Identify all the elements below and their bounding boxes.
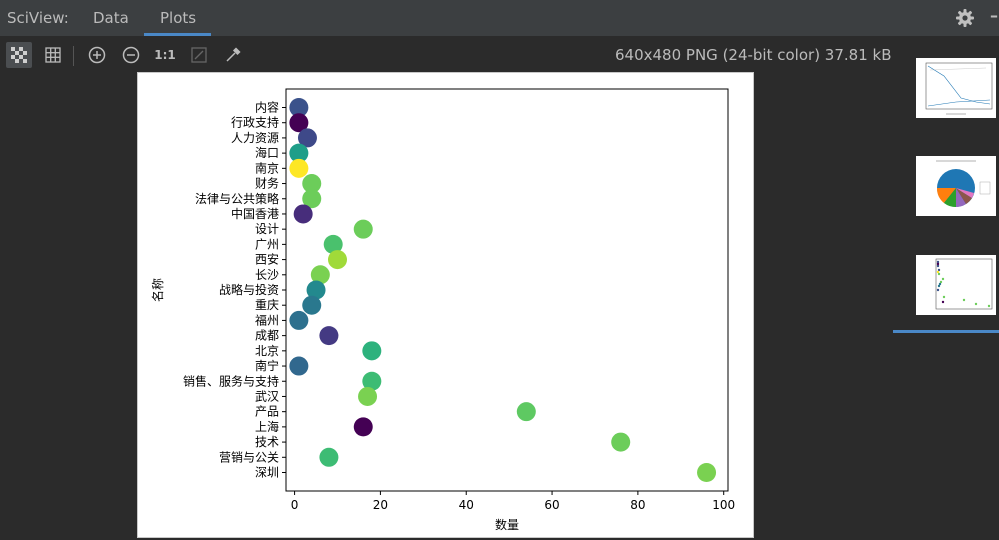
tab-data[interactable]: Data — [93, 9, 129, 27]
scatter-point — [289, 356, 309, 376]
y-tick-label: 中国香港 — [231, 206, 279, 221]
y-tick-label: 福州 — [255, 312, 279, 327]
image-toolbar: 1:1 640x480 PNG (24-bit color) 37.81 kB — [0, 38, 999, 72]
x-tick-label: 80 — [630, 498, 645, 512]
thumbnail-line-plot[interactable] — [916, 58, 996, 118]
y-tick-label: 深圳 — [255, 466, 279, 480]
y-tick-label: 重庆 — [255, 298, 279, 312]
scatter-chart: 内容行政支持人力资源海口南京财务法律与公共策略中国香港设计广州西安长沙战略与投资… — [150, 88, 735, 532]
toolbar-divider — [73, 46, 74, 66]
scatter-point — [289, 158, 309, 178]
y-tick-label: 产品 — [255, 405, 279, 419]
image-info-text: 640x480 PNG (24-bit color) 37.81 kB — [615, 46, 892, 64]
grid-icon[interactable] — [40, 42, 66, 68]
sciview-window: SciView: Data Plots – 1:1 640x480 PNG (2… — [0, 0, 999, 540]
actual-size-button[interactable]: 1:1 — [152, 42, 178, 68]
scatter-point — [319, 326, 339, 346]
y-tick-label: 营销与公关 — [219, 450, 279, 464]
plot-thumbnails — [893, 52, 999, 342]
y-tick-label: 行政支持 — [231, 115, 279, 130]
scatter-point — [302, 295, 322, 315]
y-tick-label: 人力资源 — [231, 131, 279, 145]
tab-plots[interactable]: Plots — [160, 9, 196, 27]
plot-area — [285, 88, 729, 492]
scatter-point — [362, 341, 382, 361]
y-tick-label: 上海 — [255, 419, 279, 434]
x-axis-label: 数量 — [495, 517, 519, 532]
scatter-point — [358, 386, 378, 406]
x-tick-label: 0 — [291, 498, 299, 512]
x-tick-label: 20 — [373, 498, 388, 512]
y-tick-label: 西安 — [255, 252, 279, 267]
scatter-point — [353, 417, 373, 437]
thumbnail-scatter-plot[interactable] — [916, 255, 996, 315]
title-bar: SciView: Data Plots – — [0, 0, 999, 37]
thumbnail-pie-chart[interactable] — [916, 156, 996, 216]
minimize-icon[interactable]: – — [990, 6, 998, 25]
y-tick-label: 北京 — [255, 344, 279, 358]
y-tick-label: 战略与投资 — [219, 282, 279, 297]
y-tick-label: 财务 — [255, 176, 279, 191]
color-picker-icon[interactable] — [220, 42, 246, 68]
gear-icon[interactable] — [955, 8, 975, 28]
zoom-out-icon[interactable] — [118, 42, 144, 68]
scatter-point — [516, 402, 536, 422]
scatter-point — [611, 432, 631, 452]
y-axis-label: 名称 — [150, 278, 165, 302]
checkerboard-icon[interactable] — [6, 42, 32, 68]
x-tick-label: 40 — [459, 498, 474, 512]
y-tick-label: 设计 — [255, 222, 279, 236]
scatter-point — [353, 219, 373, 239]
y-tick-label: 销售、服务与支持 — [183, 373, 279, 388]
y-tick-label: 海口 — [255, 145, 279, 160]
y-tick-label: 技术 — [255, 435, 279, 449]
window-title: SciView: — [7, 9, 69, 27]
y-tick-label: 南京 — [255, 160, 279, 175]
y-tick-label: 成都 — [255, 329, 279, 343]
y-tick-label: 内容 — [255, 100, 279, 115]
y-tick-label: 武汉 — [255, 389, 279, 403]
y-tick-label: 广州 — [255, 237, 279, 251]
fit-icon[interactable] — [186, 42, 212, 68]
y-tick-label: 长沙 — [255, 268, 279, 282]
plot-image: 内容 行政支持 人力资源 海口 南京 财务 法律与公共策略 中国香港 设计 广州 西安 长沙 战略与投资… — [137, 72, 754, 538]
scatter-point — [697, 463, 717, 482]
active-tab-indicator — [144, 33, 211, 36]
scatter-point — [327, 250, 347, 270]
y-tick-label: 南宁 — [255, 358, 279, 373]
scatter-point — [289, 310, 309, 330]
x-tick-label: 60 — [544, 498, 559, 512]
zoom-in-icon[interactable] — [84, 42, 110, 68]
scatter-point — [319, 447, 339, 467]
scatter-point — [293, 204, 313, 224]
selected-thumbnail-indicator — [893, 330, 999, 333]
x-tick-label: 100 — [712, 498, 735, 512]
y-tick-label: 法律与公共策略 — [195, 191, 279, 206]
